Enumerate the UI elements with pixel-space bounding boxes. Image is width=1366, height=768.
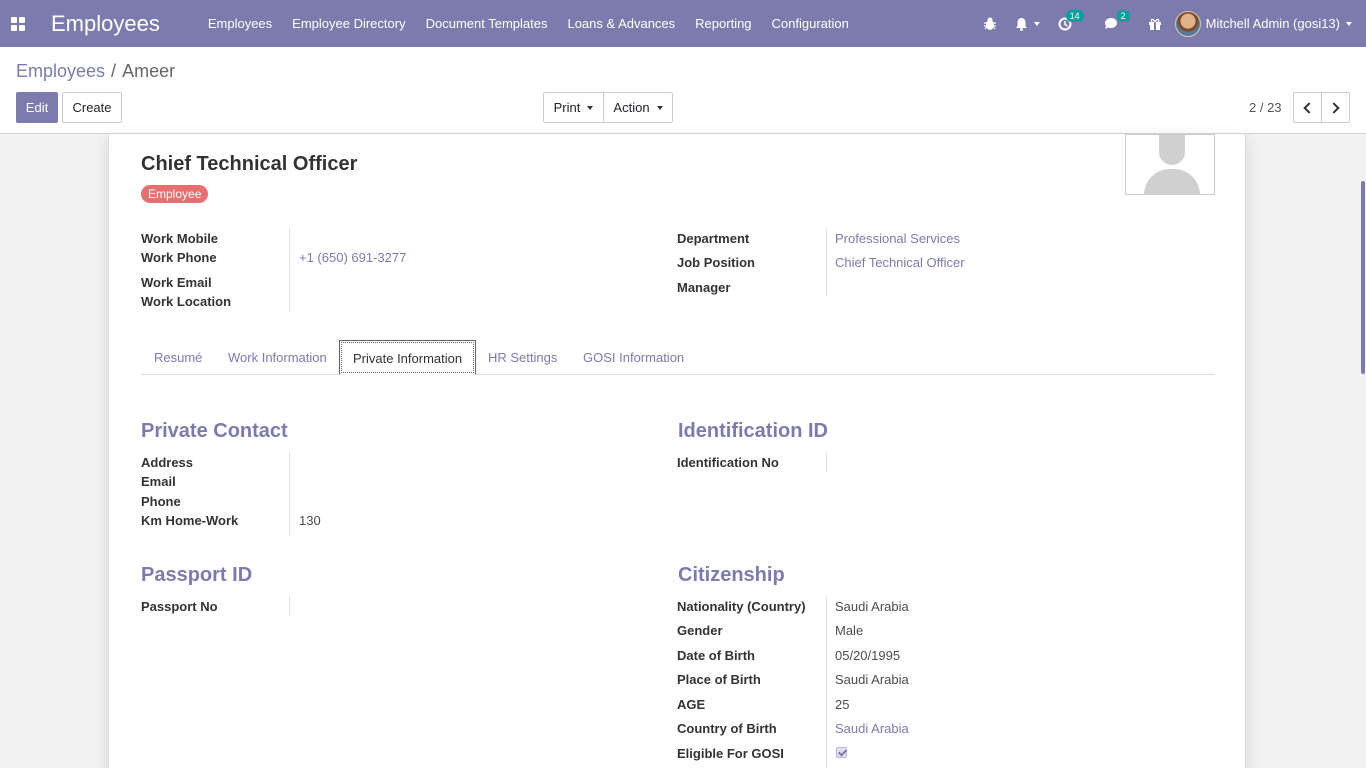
tab-private-information[interactable]: Private Information [339,340,477,375]
control-panel: Employees / Ameer Edit Create Print Action… [0,47,1366,134]
avatar [1174,10,1201,37]
app-brand[interactable]: Employees [51,11,160,37]
nationality-value[interactable]: Saudi Arabia [835,599,909,614]
eligible-for-gosi-label: Eligible For GOSI [677,746,784,761]
tab-gosi-information[interactable]: GOSI Information [570,340,697,375]
job-position-label: Job Position [677,255,755,270]
employee-tag[interactable]: Employee [141,185,209,203]
print-dropdown[interactable]: Print [543,92,604,123]
messages-chat-icon[interactable]: 2 [1095,0,1139,47]
notebook-tabs: Resumé Work Information Private Informat… [141,340,1215,375]
debug-bug-icon[interactable] [974,0,1006,47]
chevron-down-icon [656,105,663,110]
work-location-label: Work Location [141,294,232,309]
tab-work-information[interactable]: Work Information [215,340,340,375]
km-home-work-label: Km Home-Work [141,513,239,528]
place-of-birth-value[interactable]: Saudi Arabia [835,672,909,687]
tab-resume[interactable]: Resumé [141,340,215,375]
age-value[interactable]: 25 [835,697,849,712]
chevron-right-icon [1328,101,1340,114]
apps-menu-icon[interactable] [1,0,35,47]
activity-count-badge: 14 [1065,10,1084,22]
nationality-label: Nationality (Country) [677,599,806,614]
pager-value[interactable]: 2 / 23 [1249,100,1282,115]
job-position-value[interactable]: Chief Technical Officer [835,255,965,270]
department-label: Department [677,231,750,246]
messages-count-badge: 2 [1116,10,1130,22]
menu-employee-directory[interactable]: Employee Directory [282,0,415,47]
work-phone-label: Work Phone [141,250,217,265]
top-navbar: Employees Employees Employee Directory D… [0,0,1366,47]
gender-value[interactable]: Male [835,623,863,638]
breadcrumb-separator: / [111,61,117,81]
tab-hr-settings[interactable]: HR Settings [475,340,570,375]
breadcrumb-employees[interactable]: Employees [16,61,105,81]
manager-label: Manager [677,280,731,295]
user-menu[interactable]: Mitchell Admin (gosi13) [1171,0,1366,47]
country-of-birth-value[interactable]: Saudi Arabia [835,721,909,736]
chevron-left-icon [1303,101,1315,114]
employee-photo[interactable] [1125,134,1215,195]
country-of-birth-label: Country of Birth [677,721,777,736]
breadcrumb: Employees / Ameer [16,61,175,82]
identification-title: Identification ID [678,420,828,442]
systray: 14 2 Mitchell Admin (gosi13) [974,0,1366,47]
activity-clock-icon[interactable]: 14 [1049,0,1095,47]
create-button[interactable]: Create [62,92,122,123]
gift-icon[interactable] [1139,0,1171,47]
print-label: Print [553,100,581,115]
menu-loans-advances[interactable]: Loans & Advances [557,0,685,47]
gender-label: Gender [677,623,723,638]
notifications-bell-icon[interactable] [1006,0,1049,47]
menu-configuration[interactable]: Configuration [762,0,859,47]
age-label: AGE [677,697,706,712]
email-label: Email [141,474,176,489]
menu-document-templates[interactable]: Document Templates [416,0,558,47]
work-phone-value[interactable]: +1 (650) 691-3277 [299,250,406,265]
km-home-work-value[interactable]: 130 [299,513,321,528]
pager-previous-button[interactable] [1293,92,1322,123]
job-title[interactable]: Chief Technical Officer [141,153,357,176]
action-dropdown[interactable]: Action [603,92,673,123]
eligible-for-gosi-checkbox[interactable] [836,747,847,758]
menu-reporting[interactable]: Reporting [685,0,761,47]
edit-button[interactable]: Edit [16,92,58,123]
pager-next-button[interactable] [1321,92,1350,123]
place-of-birth-label: Place of Birth [677,672,761,687]
passport-no-label: Passport No [141,599,218,614]
menu-employees[interactable]: Employees [198,0,282,47]
date-of-birth-value[interactable]: 05/20/1995 [835,648,900,663]
work-email-label: Work Email [141,275,212,290]
identification-no-label: Identification No [677,455,779,470]
main-menu: Employees Employee Directory Document Te… [198,0,859,47]
user-name: Mitchell Admin (gosi13) [1205,16,1340,31]
address-label: Address [141,455,194,470]
scrollbar-thumb[interactable] [1361,181,1365,374]
citizenship-title: Citizenship [678,564,785,586]
private-contact-title: Private Contact [141,420,288,442]
department-value[interactable]: Professional Services [835,231,960,246]
breadcrumb-current: Ameer [122,61,176,81]
passport-title: Passport ID [141,564,253,586]
chevron-down-icon [587,105,594,110]
action-label: Action [613,100,650,115]
date-of-birth-label: Date of Birth [677,648,755,663]
work-mobile-label: Work Mobile [141,231,219,246]
form-sheet: Chief Technical Officer Employee Work Mo… [108,134,1246,768]
phone-label: Phone [141,494,181,509]
